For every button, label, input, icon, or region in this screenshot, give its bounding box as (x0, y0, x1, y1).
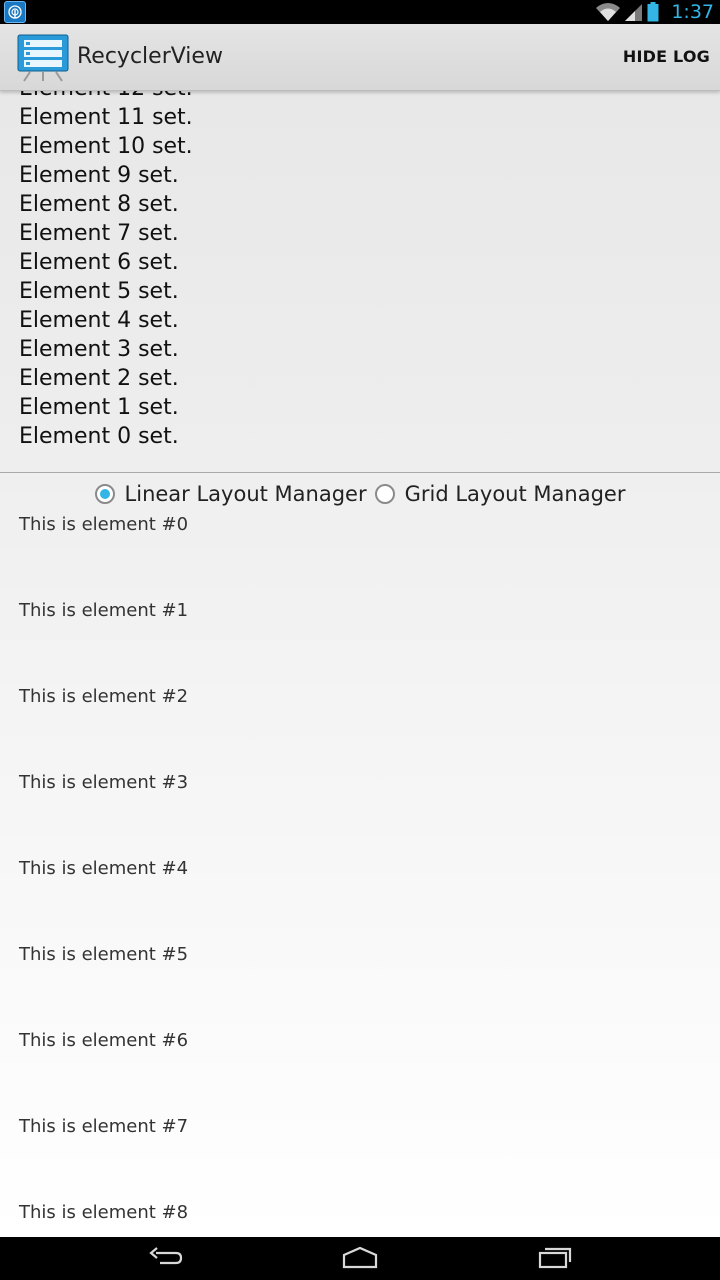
radio-unchecked-icon[interactable] (374, 484, 395, 504)
signal-icon (625, 4, 643, 21)
list-item[interactable]: This is element #7 (0, 1117, 720, 1203)
log-line: Element 6 set. (19, 250, 179, 275)
back-icon[interactable] (148, 1245, 184, 1271)
log-line: Element 0 set. (19, 424, 179, 449)
list-item[interactable]: This is element #4 (0, 859, 720, 945)
recycler-container: Linear Layout Manager Grid Layout Manage… (0, 473, 720, 1237)
list-item[interactable]: This is element #3 (0, 773, 720, 859)
log-list: Element 12 set. Element 11 set. Element … (19, 90, 193, 451)
log-line: Element 12 set. (19, 90, 193, 103)
list-item[interactable]: This is element #0 (0, 515, 720, 601)
status-icons: 1:37 (595, 0, 714, 24)
log-line: Element 7 set. (19, 221, 179, 246)
log-line: Element 4 set. (19, 308, 179, 333)
action-bar: RecyclerView HIDE LOG (0, 24, 720, 91)
log-panel[interactable]: Element 12 set. Element 11 set. Element … (0, 90, 720, 472)
radio-label[interactable]: Linear Layout Manager (125, 482, 367, 506)
page-title: RecyclerView (77, 44, 223, 69)
list-item[interactable]: This is element #2 (0, 687, 720, 773)
list-item[interactable]: This is element #6 (0, 1031, 720, 1117)
radio-checked-icon[interactable] (94, 484, 115, 504)
log-line: Element 5 set. (19, 279, 179, 304)
battery-icon (647, 2, 659, 22)
navigation-bar (0, 1237, 720, 1280)
clock-text: 1:37 (671, 1, 714, 23)
app-notification-icon (4, 1, 26, 23)
status-bar: 1:37 (0, 0, 720, 24)
log-line: Element 11 set. (19, 105, 193, 130)
hide-log-button[interactable]: HIDE LOG (623, 24, 710, 90)
log-line: Element 1 set. (19, 395, 179, 420)
layout-manager-radio-group: Linear Layout Manager Grid Layout Manage… (0, 473, 720, 515)
radio-label[interactable]: Grid Layout Manager (405, 482, 626, 506)
list-item[interactable]: This is element #1 (0, 601, 720, 687)
list-item[interactable]: This is element #8 (0, 1203, 720, 1237)
log-line: Element 8 set. (19, 192, 179, 217)
recycler-view[interactable]: This is element #0 This is element #1 Th… (0, 515, 720, 1237)
app-icon[interactable] (16, 34, 70, 82)
wifi-icon (596, 3, 621, 22)
recents-icon[interactable] (536, 1245, 574, 1271)
home-icon[interactable] (341, 1245, 379, 1271)
log-line: Element 9 set. (19, 163, 179, 188)
radio-linear-layout[interactable]: Linear Layout Manager (94, 482, 367, 506)
log-line: Element 10 set. (19, 134, 193, 159)
log-line: Element 3 set. (19, 337, 179, 362)
list-item[interactable]: This is element #5 (0, 945, 720, 1031)
log-line: Element 2 set. (19, 366, 179, 391)
radio-grid-layout[interactable]: Grid Layout Manager (374, 482, 626, 506)
